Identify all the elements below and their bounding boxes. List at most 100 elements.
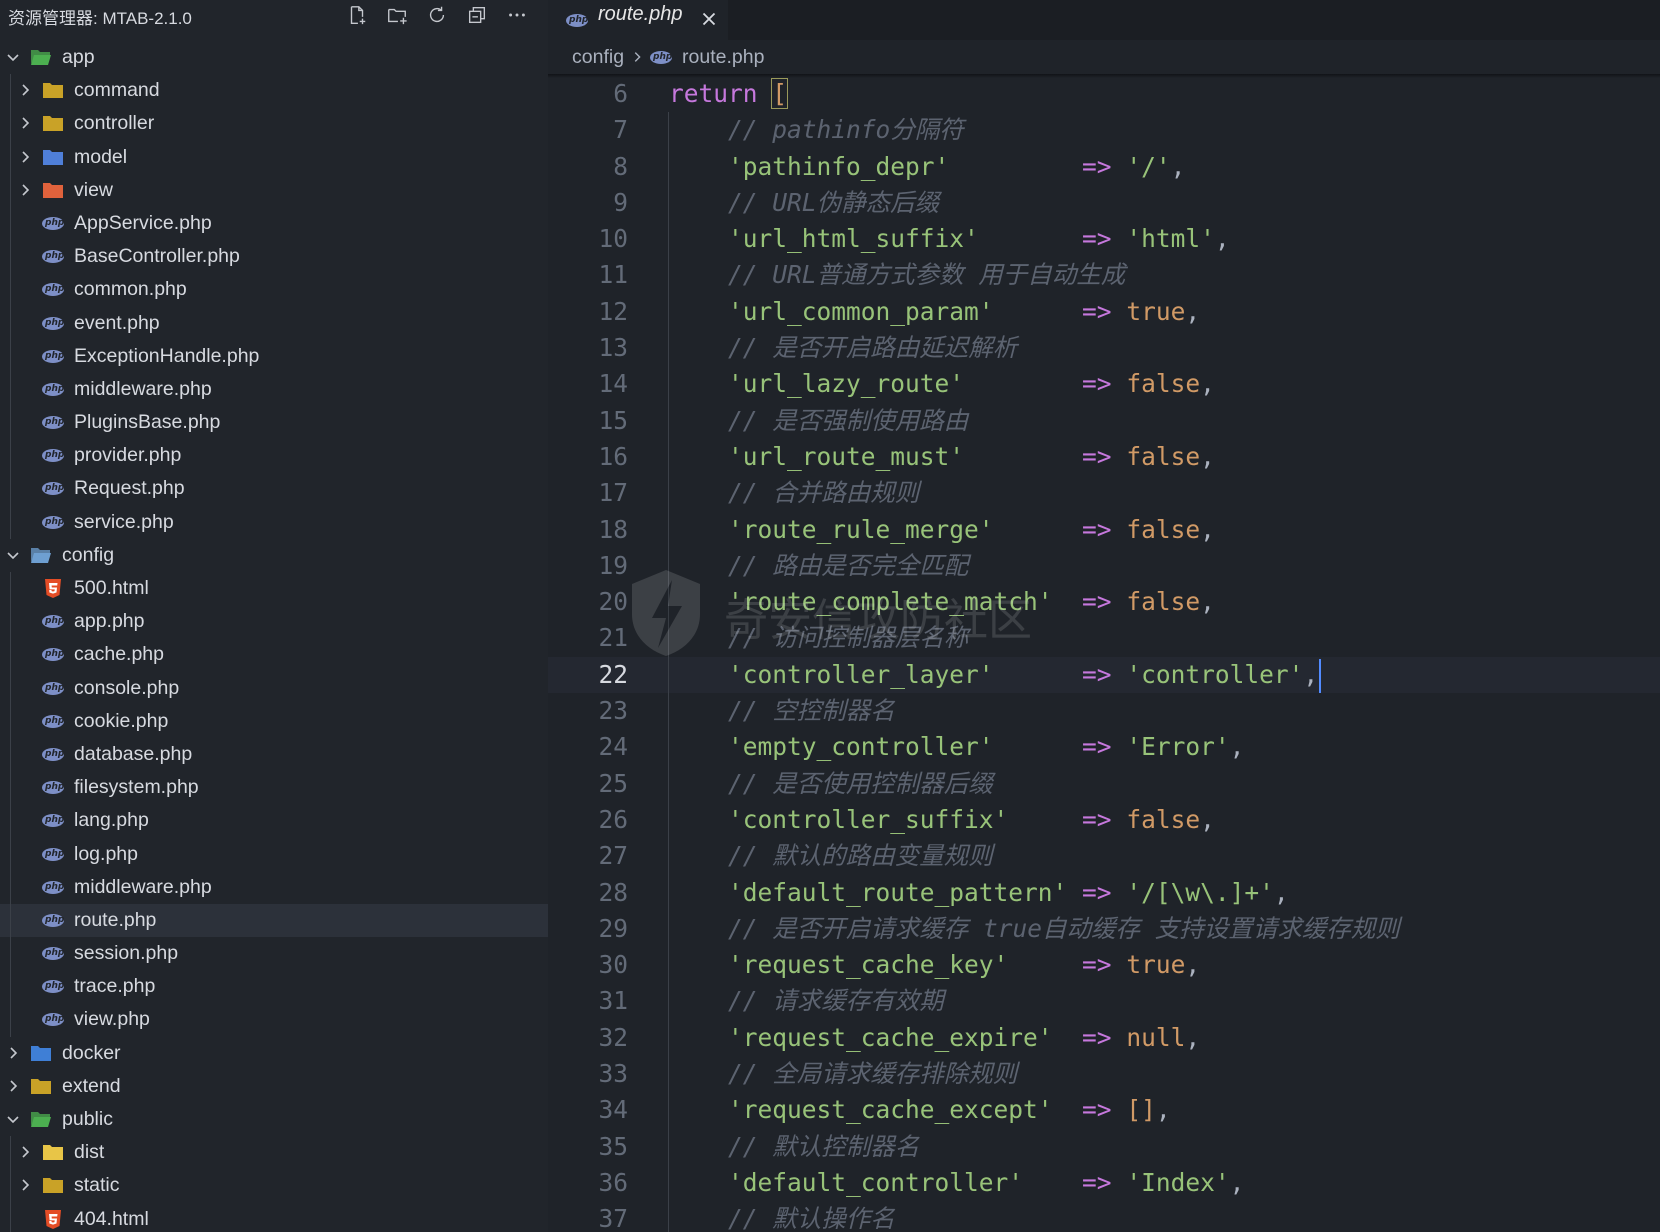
tree-item-log-php[interactable]: log.php xyxy=(0,837,548,871)
code-line-27[interactable]: 27 // 默认的路由变量规则 xyxy=(548,838,1660,875)
token-str: 'url_html_suffix' xyxy=(669,224,979,254)
breadcrumb-file[interactable]: route.php xyxy=(682,46,764,69)
code-line-24[interactable]: 24 'empty_controller' => 'Error', xyxy=(548,729,1660,766)
tree-item-cookie-php[interactable]: cookie.php xyxy=(0,704,548,738)
tree-item-filesystem-php[interactable]: filesystem.php xyxy=(0,771,548,805)
chevron-right-icon xyxy=(634,52,641,62)
code-line-22[interactable]: 22 'controller_layer' => 'controller', xyxy=(548,656,1660,694)
tree-item-view-php[interactable]: view.php xyxy=(0,1003,548,1037)
tree-item-exceptionhandle-php[interactable]: ExceptionHandle.php xyxy=(0,339,548,373)
code-line-20[interactable]: 20 'route_complete_match' => false, xyxy=(548,584,1660,621)
tab-route-php[interactable]: route.php xyxy=(548,0,728,40)
tree-item-event-php[interactable]: event.php xyxy=(0,306,548,340)
code-line-30[interactable]: 30 'request_cache_key' => true, xyxy=(548,947,1660,984)
code-text: 'pathinfo_depr' => '/', xyxy=(669,149,1185,185)
line-number: 10 xyxy=(598,224,628,254)
tree-item-appservice-php[interactable]: AppService.php xyxy=(0,206,548,241)
tree-item-extend[interactable]: extend xyxy=(0,1070,548,1103)
breadcrumb-folder[interactable]: config xyxy=(572,46,624,69)
tree-item-command[interactable]: command xyxy=(0,74,548,108)
code-line-17[interactable]: 17 // 合并路由规则 xyxy=(548,475,1660,512)
code-area[interactable]: 6 return [7 // pathinfo分隔符 8 'pathinfo_dep… xyxy=(548,76,1660,1232)
tree-item-database-php[interactable]: database.php xyxy=(0,737,548,772)
code-line-25[interactable]: 25 // 是否使用控制器后缀 xyxy=(548,765,1660,802)
tree-item-trace-php[interactable]: trace.php xyxy=(0,970,548,1004)
tree-item-docker[interactable]: docker xyxy=(0,1037,548,1070)
tree-item-pluginsbase-php[interactable]: PluginsBase.php xyxy=(0,406,548,440)
more-icon[interactable] xyxy=(504,2,530,28)
token-op: => xyxy=(1082,1095,1112,1125)
tree-item-session-php[interactable]: session.php xyxy=(0,937,548,971)
tree-item-config[interactable]: config xyxy=(0,539,548,572)
new-file-icon[interactable] xyxy=(344,2,370,28)
chevron-right-icon[interactable] xyxy=(5,1045,21,1061)
code-line-15[interactable]: 15 // 是否强制使用路由 xyxy=(548,402,1660,439)
tree-item-cache-php[interactable]: cache.php xyxy=(0,638,548,672)
code-line-8[interactable]: 8 'pathinfo_depr' => '/', xyxy=(548,148,1660,185)
tree-item-dist[interactable]: dist xyxy=(0,1136,548,1170)
code-line-23[interactable]: 23 // 空控制器名 xyxy=(548,693,1660,730)
tree-item-request-php[interactable]: Request.php xyxy=(0,472,548,506)
tree-item-model[interactable]: model xyxy=(0,140,548,174)
code-line-29[interactable]: 29 // 是否开启请求缓存 true自动缓存 支持设置请求缓存规则 xyxy=(548,910,1660,948)
tree-item-middleware-php[interactable]: middleware.php xyxy=(0,372,548,407)
refresh-icon[interactable] xyxy=(424,2,450,28)
code-line-11[interactable]: 11 // URL普通方式参数 用于自动生成 xyxy=(548,257,1660,294)
chevron-right-icon[interactable] xyxy=(17,182,33,198)
chevron-right-icon[interactable] xyxy=(17,115,33,131)
code-text: // 是否开启请求缓存 true自动缓存 支持设置请求缓存规则 xyxy=(669,911,1400,947)
tree-item-lang-php[interactable]: lang.php xyxy=(0,804,548,838)
tree-item-service-php[interactable]: service.php xyxy=(0,505,548,539)
chevron-down-icon[interactable] xyxy=(5,49,21,65)
code-line-10[interactable]: 10 'url_html_suffix' => 'html', xyxy=(548,221,1660,258)
line-number: 33 xyxy=(598,1059,628,1089)
close-icon[interactable] xyxy=(698,8,720,30)
line-number: 16 xyxy=(598,441,628,471)
code-line-36[interactable]: 36 'default_controller' => 'Index', xyxy=(548,1164,1660,1202)
folder-open-icon xyxy=(31,50,51,65)
tree-item-basecontroller-php[interactable]: BaseController.php xyxy=(0,240,548,274)
code-line-32[interactable]: 32 'request_cache_expire' => null, xyxy=(548,1019,1660,1057)
code-line-26[interactable]: 26 'controller_suffix' => false, xyxy=(548,801,1660,839)
tree-item-500-html[interactable]: 500.html xyxy=(0,572,548,606)
code-line-19[interactable]: 19 // 路由是否完全匹配 xyxy=(548,547,1660,585)
tree-item-common-php[interactable]: common.php xyxy=(0,273,548,307)
code-line-18[interactable]: 18 'route_rule_merge' => false, xyxy=(548,511,1660,548)
chevron-right-icon[interactable] xyxy=(5,1078,21,1094)
tree-item-404-html[interactable]: 404.html xyxy=(0,1202,548,1232)
code-line-16[interactable]: 16 'url_route_must' => false, xyxy=(548,438,1660,476)
code-line-13[interactable]: 13 // 是否开启路由延迟解析 xyxy=(548,330,1660,367)
tree-item-route-php[interactable]: route.php xyxy=(0,903,548,938)
tree-item-app[interactable]: app xyxy=(0,41,548,74)
chevron-right-icon[interactable] xyxy=(17,149,33,165)
tree-item-provider-php[interactable]: provider.php xyxy=(0,439,548,473)
code-line-12[interactable]: 12 'url_common_param' => true, xyxy=(548,293,1660,331)
php-file-icon xyxy=(42,747,64,761)
tree-item-view[interactable]: view xyxy=(0,173,548,207)
chevron-right-icon[interactable] xyxy=(17,82,33,98)
tree-item-controller[interactable]: controller xyxy=(0,107,548,141)
tree-item-public[interactable]: public xyxy=(0,1103,548,1136)
new-folder-icon[interactable] xyxy=(384,2,410,28)
code-line-7[interactable]: 7 // pathinfo分隔符 xyxy=(548,112,1660,149)
tree-item-static[interactable]: static xyxy=(0,1169,548,1203)
code-line-6[interactable]: 6 return [ xyxy=(548,76,1660,112)
code-line-34[interactable]: 34 'request_cache_except' => [], xyxy=(548,1092,1660,1129)
code-line-21[interactable]: 21 // 访问控制器层名称 xyxy=(548,620,1660,657)
chevron-down-icon[interactable] xyxy=(5,1111,21,1127)
code-line-37[interactable]: 37 // 默认操作名 xyxy=(548,1201,1660,1232)
tree-item-middleware-php[interactable]: middleware.php xyxy=(0,870,548,904)
code-line-14[interactable]: 14 'url_lazy_route' => false, xyxy=(548,366,1660,403)
code-line-31[interactable]: 31 // 请求缓存有效期 xyxy=(548,983,1660,1020)
chevron-right-icon[interactable] xyxy=(17,1177,33,1193)
tree-item-console-php[interactable]: console.php xyxy=(0,671,548,705)
token-pun xyxy=(1112,369,1127,398)
code-line-9[interactable]: 9 // URL伪静态后缀 xyxy=(548,184,1660,222)
code-line-35[interactable]: 35 // 默认控制器名 xyxy=(548,1128,1660,1165)
chevron-down-icon[interactable] xyxy=(5,547,21,563)
code-line-28[interactable]: 28 'default_route_pattern' => '/[\w\.]+'… xyxy=(548,874,1660,911)
collapse-all-icon[interactable] xyxy=(464,2,490,28)
chevron-right-icon[interactable] xyxy=(17,1144,33,1160)
code-line-33[interactable]: 33 // 全局请求缓存排除规则 xyxy=(548,1056,1660,1093)
tree-item-app-php[interactable]: app.php xyxy=(0,605,548,639)
